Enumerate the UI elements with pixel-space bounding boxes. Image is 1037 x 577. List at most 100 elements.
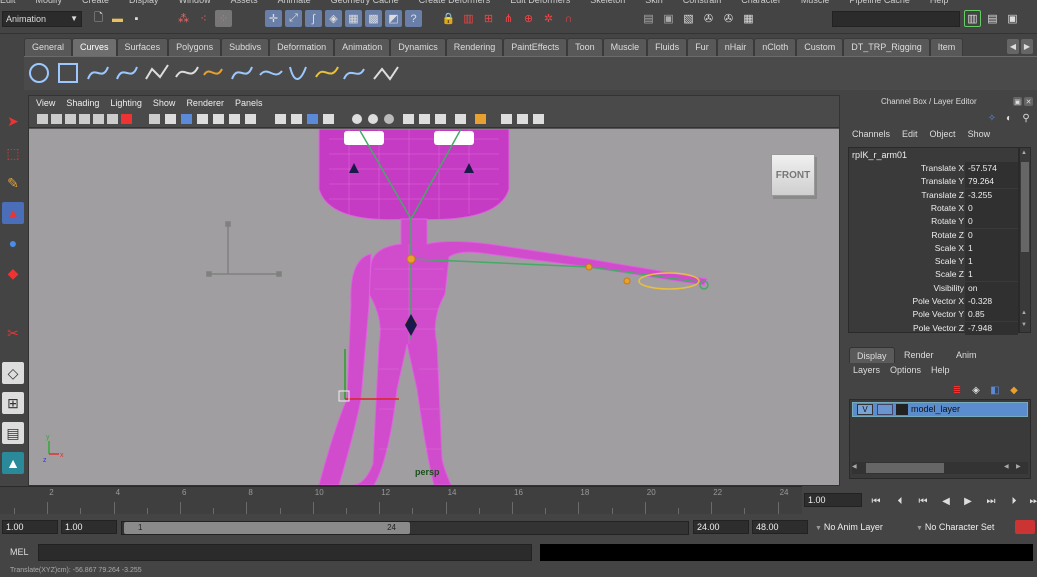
- four-view-layout-icon[interactable]: ⊞: [2, 392, 24, 414]
- channel-box-toggle-icon[interactable]: ▣: [1004, 10, 1021, 27]
- save-scene-icon[interactable]: ▪: [128, 10, 145, 27]
- channel-value-field[interactable]: 0: [965, 228, 1018, 242]
- render-view-icon[interactable]: ▧: [680, 10, 697, 27]
- channel-box-menu-channels[interactable]: Channels: [852, 129, 890, 143]
- shelf-tab-dt-trp-rigging[interactable]: DT_TRP_Rigging: [843, 38, 930, 56]
- scroll-up-icon[interactable]: ▲: [1021, 150, 1029, 158]
- channel-value-field[interactable]: 0: [965, 215, 1018, 229]
- shelf-menu-grip[interactable]: [2, 56, 20, 90]
- menu-skeleton[interactable]: Skeleton: [590, 0, 625, 5]
- layer-options-icon[interactable]: ◧: [987, 383, 1003, 397]
- shelf-tab-muscle[interactable]: Muscle: [602, 38, 648, 56]
- shelf-tab-dynamics[interactable]: Dynamics: [390, 38, 446, 56]
- manipulator-tool-icon[interactable]: ✂: [2, 322, 24, 344]
- select-hierarchy-icon[interactable]: ⁂: [175, 10, 192, 27]
- new-scene-icon[interactable]: 🗋: [90, 10, 107, 27]
- channel-label[interactable]: Scale X: [935, 242, 964, 255]
- layer-color-swatch[interactable]: [896, 404, 908, 415]
- misc-mask-icon[interactable]: ?: [405, 10, 422, 27]
- viewport-menu-show[interactable]: Show: [153, 96, 176, 111]
- menu-geometry-cache[interactable]: Geometry Cache: [331, 0, 399, 5]
- shelf-tab-toon[interactable]: Toon: [567, 38, 603, 56]
- playback-start-field[interactable]: 1.00: [61, 520, 117, 534]
- shelf-tab-deformation[interactable]: Deformation: [269, 38, 335, 56]
- channel-value-field[interactable]: 1: [965, 268, 1018, 282]
- channel-value-field[interactable]: -57.574: [965, 162, 1018, 175]
- shelf-tab-painteffects[interactable]: PaintEffects: [503, 38, 568, 56]
- layer-menu-options[interactable]: Options: [890, 365, 921, 379]
- layer-name[interactable]: model_layer: [911, 403, 960, 416]
- selected-node-name[interactable]: rpIK_r_arm01: [852, 150, 907, 160]
- current-frame-field[interactable]: 1.00: [804, 493, 862, 507]
- shelf-tab-ncloth[interactable]: nCloth: [754, 38, 797, 56]
- persp-outliner-layout-icon[interactable]: ▤: [2, 422, 24, 444]
- anim-layer-dropdown[interactable]: ▼ No Anim Layer: [815, 520, 913, 534]
- tool-settings-icon[interactable]: ▤: [984, 10, 1001, 27]
- shelf-tab-animation[interactable]: Animation: [334, 38, 391, 56]
- shelf-tab-custom[interactable]: Custom: [796, 38, 844, 56]
- channel-value-field[interactable]: 0.85: [965, 308, 1018, 322]
- viewport-menu-shading[interactable]: Shading: [66, 96, 99, 111]
- construction-history-icon[interactable]: ▣: [660, 10, 677, 27]
- dynamics-mask-icon[interactable]: ▩: [365, 10, 382, 27]
- menu-modify[interactable]: Modify: [36, 0, 63, 5]
- channel-row[interactable]: Visibility on: [849, 281, 1018, 295]
- channel-label[interactable]: Translate X: [921, 162, 964, 175]
- layer-row[interactable]: V model_layer: [852, 402, 1028, 417]
- scrollbar-thumb[interactable]: [866, 463, 944, 473]
- menu-skin[interactable]: Skin: [645, 0, 663, 5]
- viewport-canvas[interactable]: y x z FRONT persp: [29, 129, 839, 485]
- menu-window[interactable]: Window: [179, 0, 211, 5]
- channel-row[interactable]: Rotate Z0: [849, 228, 1018, 242]
- scroll-left-icon[interactable]: ◀: [1004, 463, 1014, 473]
- shelf-tab-curves[interactable]: Curves: [72, 38, 117, 56]
- single-perspective-layout-icon[interactable]: ◇: [2, 362, 24, 384]
- channel-label[interactable]: Pole Vector Y: [913, 308, 964, 321]
- character-set-dropdown[interactable]: ▼ No Character Set: [916, 520, 1012, 534]
- viewport-menu-renderer[interactable]: Renderer: [186, 96, 224, 111]
- channel-label[interactable]: Translate Z: [921, 189, 964, 202]
- layer-list-h-scrollbar[interactable]: ◀ ◀ ▶: [852, 462, 1028, 474]
- shelf-tab-subdivs[interactable]: Subdivs: [221, 38, 270, 56]
- scroll-up-icon[interactable]: ▲: [1021, 310, 1029, 318]
- play-forwards-icon[interactable]: ▶: [961, 495, 975, 509]
- open-scene-icon[interactable]: ▬: [109, 10, 126, 27]
- playback-end-field[interactable]: 24.00: [693, 520, 749, 534]
- curve-mask-icon[interactable]: ∫: [305, 10, 322, 27]
- move-tool-icon[interactable]: ▲: [2, 202, 24, 224]
- menu-character[interactable]: Character: [741, 0, 781, 5]
- snap-grid-icon[interactable]: ▥: [460, 10, 477, 27]
- attribute-filter-icon[interactable]: ✧: [985, 111, 999, 125]
- snap-curve-icon[interactable]: ⊞: [480, 10, 497, 27]
- scroll-left-icon[interactable]: ◀: [852, 463, 862, 473]
- channel-label[interactable]: Translate Y: [921, 175, 964, 188]
- channel-value-field[interactable]: 79.264: [965, 175, 1018, 189]
- shelf-tab-rendering[interactable]: Rendering: [445, 38, 504, 56]
- layer-menu-layers[interactable]: Layers: [853, 365, 880, 379]
- menu-set-dropdown[interactable]: Animation ▼: [2, 11, 82, 27]
- attribute-editor-icon[interactable]: ▥: [964, 10, 981, 27]
- channel-list-scrollbar[interactable]: ▲ ▲ ▼: [1019, 147, 1031, 333]
- channel-box-menu-edit[interactable]: Edit: [902, 129, 918, 143]
- play-backwards-icon[interactable]: ◀: [939, 495, 953, 509]
- command-input[interactable]: [38, 544, 532, 561]
- scroll-down-icon[interactable]: ▼: [1021, 322, 1029, 330]
- speed-icon[interactable]: ◐: [1002, 111, 1016, 125]
- step-back-key-icon[interactable]: ⏮: [916, 495, 930, 509]
- auto-key-toggle-icon[interactable]: [1015, 520, 1035, 534]
- layer-tab-display[interactable]: Display: [849, 347, 895, 363]
- channel-label[interactable]: Visibility: [933, 282, 964, 295]
- step-back-frame-icon[interactable]: ⏴: [893, 495, 907, 509]
- layer-tab-anim[interactable]: Anim: [949, 347, 984, 363]
- channel-row[interactable]: Scale Y1: [849, 255, 1018, 269]
- quick-select-field[interactable]: [832, 11, 960, 27]
- menu-help[interactable]: Help: [930, 0, 949, 5]
- history-icon[interactable]: ▤: [640, 10, 657, 27]
- command-language-label[interactable]: MEL: [10, 547, 29, 557]
- render-frame-icon[interactable]: ✇: [700, 10, 717, 27]
- channel-row[interactable]: Translate X -57.574: [849, 162, 1018, 175]
- channel-row[interactable]: Pole Vector Z -7.948: [849, 321, 1018, 335]
- shelf-scroll-right-icon[interactable]: ▶: [1021, 39, 1033, 54]
- rendering-mask-icon[interactable]: ◩: [385, 10, 402, 27]
- menu-create[interactable]: Create: [82, 0, 109, 5]
